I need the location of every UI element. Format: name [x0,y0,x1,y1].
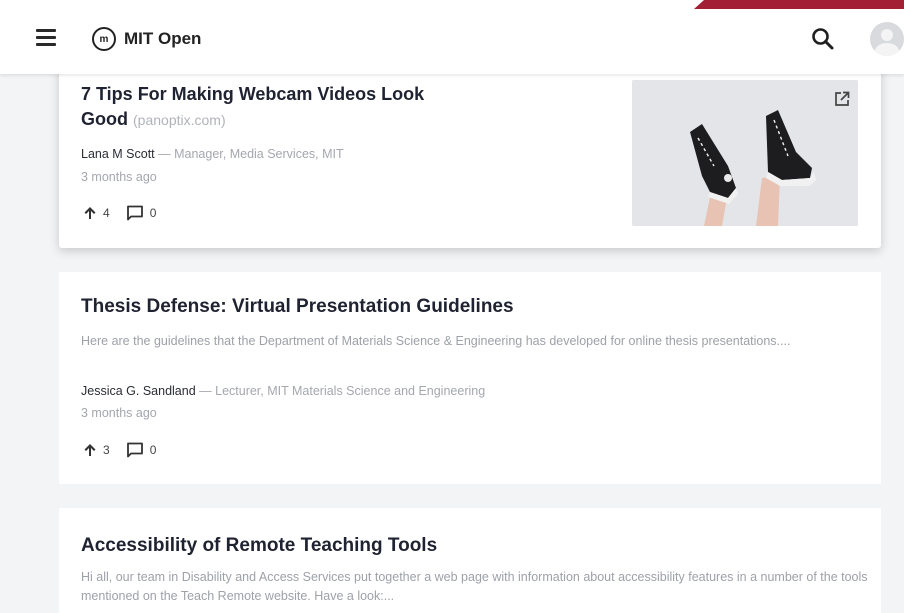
post-thumbnail[interactable] [632,80,858,226]
sneakers-image [632,80,858,226]
comment-icon [126,205,143,221]
search-icon[interactable] [810,26,836,52]
post-author[interactable]: Lana M Scott [81,147,155,161]
brand-accent-strip [694,0,904,9]
post-byline: Jessica G. Sandland — Lecturer, MIT Mate… [81,384,485,398]
post-date: 3 months ago [81,406,157,420]
post-description: Hi all, our team in Disability and Acces… [81,570,868,603]
post-actions: 4 0 [83,205,172,221]
menu-icon[interactable] [36,29,56,46]
comment-button[interactable]: 0 [126,442,157,458]
post-source[interactable]: (panoptix.com) [133,112,226,128]
post-date: 3 months ago [81,170,157,184]
upvote-count: 4 [103,206,110,220]
arrow-up-icon [84,444,96,456]
post-description: Here are the guidelines that the Departm… [81,334,791,348]
mit-logo-mark: m [92,27,116,51]
app-title: MIT Open [124,29,202,48]
post-card: 7 Tips For Making Webcam Videos Look Goo… [59,62,881,248]
user-avatar-icon[interactable] [870,22,904,56]
comment-icon [126,442,143,458]
post-card: Accessibility of Remote Teaching Tools H… [59,508,881,613]
post-card: Thesis Defense: Virtual Presentation Gui… [59,272,881,484]
arrow-up-icon [84,207,96,219]
top-app-bar: m MIT Open [0,0,904,74]
post-author[interactable]: Jessica G. Sandland [81,384,196,398]
upvote-button[interactable]: 3 [83,443,110,457]
post-actions: 3 0 [83,442,172,458]
comment-count: 0 [149,206,157,220]
upvote-button[interactable]: 4 [83,206,110,220]
upvote-count: 3 [103,443,110,457]
comment-button[interactable]: 0 [126,205,157,221]
comment-count: 0 [149,443,157,457]
post-title-link[interactable]: 7 Tips For Making Webcam Videos Look Goo… [81,82,461,133]
post-title[interactable]: Accessibility of Remote Teaching Tools [81,533,437,558]
post-author-role: — Manager, Media Services, MIT [158,147,344,161]
site-logo[interactable]: m MIT Open [92,27,201,51]
post-author-role: — Lecturer, MIT Materials Science and En… [199,384,486,398]
post-byline: Lana M Scott — Manager, Media Services, … [81,147,344,161]
post-title[interactable]: Thesis Defense: Virtual Presentation Gui… [81,294,514,319]
external-link-icon[interactable] [833,90,851,108]
